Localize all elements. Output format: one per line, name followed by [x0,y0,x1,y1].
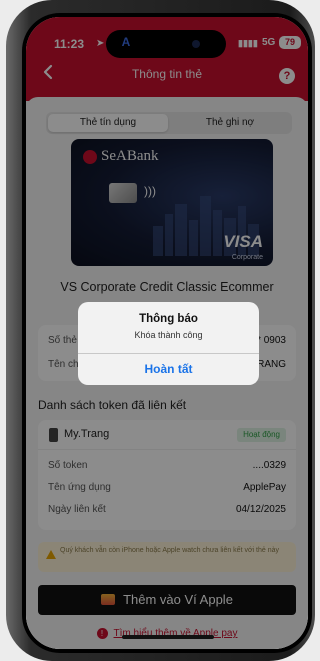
alert-title: Thông báo [139,313,198,325]
home-indicator[interactable] [122,635,214,639]
phone-frame: 11:23 ➤ A ▮▮▮▮ 5G 79 Thông tin thẻ ? Thẻ… [6,0,315,661]
screen: 11:23 ➤ A ▮▮▮▮ 5G 79 Thông tin thẻ ? Thẻ… [26,17,308,649]
phone-bezel: 11:23 ➤ A ▮▮▮▮ 5G 79 Thông tin thẻ ? Thẻ… [22,13,312,653]
alert-message: Khóa thành công [134,330,203,340]
alert-dialog: Thông báo Khóa thành công Hoàn tất [78,302,259,385]
done-button[interactable]: Hoàn tất [78,354,259,385]
